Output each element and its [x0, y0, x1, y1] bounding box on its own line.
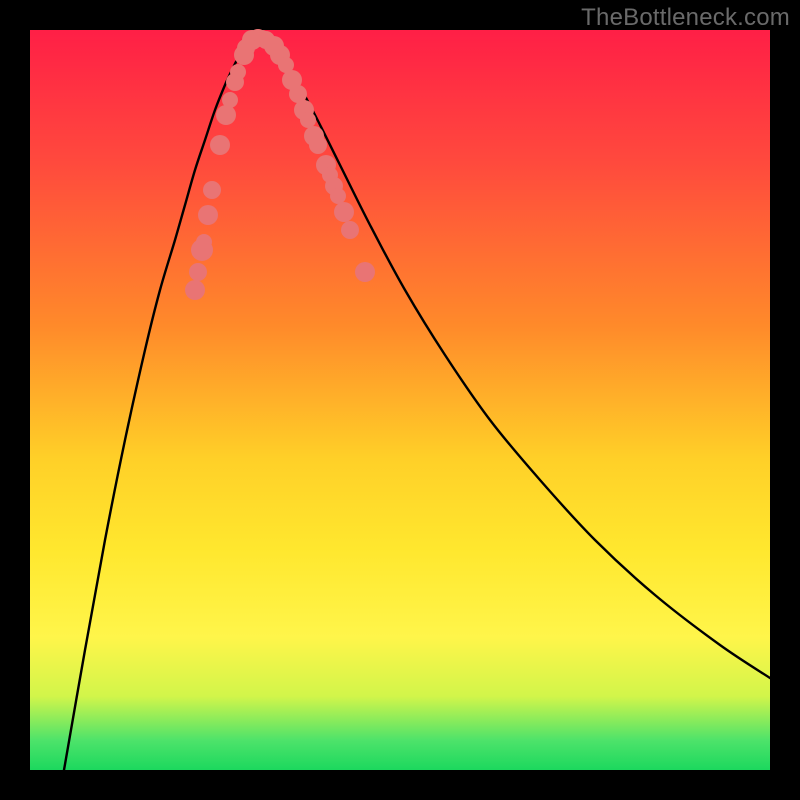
data-marker [196, 234, 212, 250]
data-marker [309, 136, 327, 154]
data-marker [216, 105, 236, 125]
data-marker [330, 188, 346, 204]
data-markers [185, 29, 375, 300]
data-marker [334, 202, 354, 222]
data-marker [198, 205, 218, 225]
watermark-label: TheBottleneck.com [581, 4, 790, 32]
data-marker [355, 262, 375, 282]
data-marker [210, 135, 230, 155]
data-marker [341, 221, 359, 239]
data-marker [189, 263, 207, 281]
plot-area [30, 30, 770, 770]
data-marker [203, 181, 221, 199]
data-marker [300, 112, 316, 128]
data-marker [185, 280, 205, 300]
bottleneck-curve [64, 38, 770, 770]
data-marker [222, 92, 238, 108]
data-marker [230, 64, 246, 80]
chart-svg [30, 30, 770, 770]
chart-frame: TheBottleneck.com [0, 0, 800, 800]
